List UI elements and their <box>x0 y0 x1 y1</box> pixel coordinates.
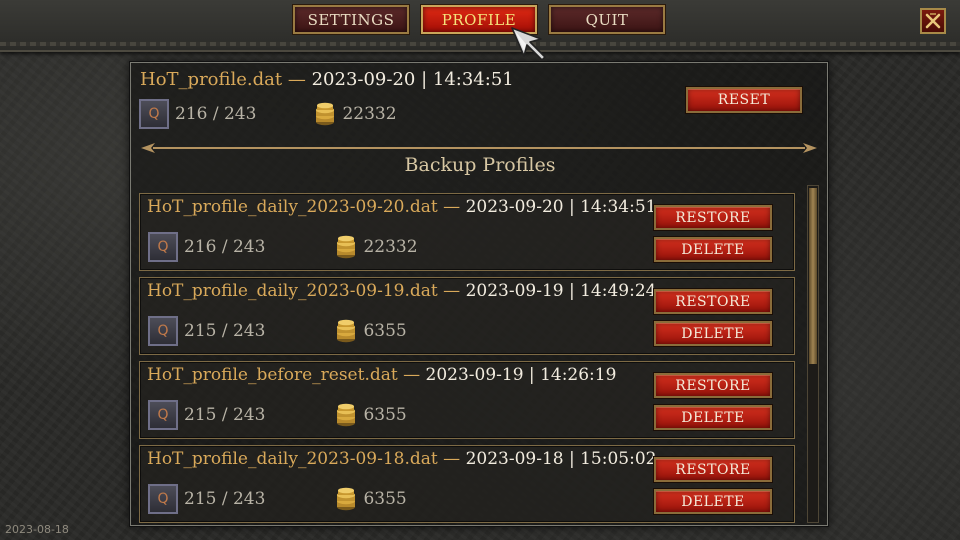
current-profile-timestamp: 2023-09-20 | 14:34:51 <box>311 69 514 90</box>
backup-stats: Q 215 / 243 6355 <box>148 484 407 514</box>
backup-filename: HoT_profile_before_reset.dat <box>147 365 398 385</box>
close-x-icon <box>925 13 941 29</box>
current-profile-title: HoT_profile.dat — 2023-09-20 | 14:34:51 <box>140 69 514 90</box>
gold-amount: 6355 <box>363 489 407 509</box>
backup-timestamp: 2023-09-20 | 14:34:51 <box>465 197 657 217</box>
backup-filename: HoT_profile_daily_2023-09-19.dat <box>147 281 438 301</box>
gold-coins-icon <box>337 487 356 511</box>
delete-button[interactable]: DELETE <box>653 236 773 263</box>
quest-icon: Q <box>139 99 169 129</box>
title-separator: — <box>437 281 466 301</box>
quit-button[interactable]: QUIT <box>548 4 666 35</box>
reset-button[interactable]: RESET <box>685 86 803 114</box>
gold-coins-icon <box>337 403 356 427</box>
backup-title: HoT_profile_daily_2023-09-18.dat — 2023-… <box>147 449 656 469</box>
delete-button[interactable]: DELETE <box>653 320 773 347</box>
backup-title: HoT_profile_daily_2023-09-19.dat — 2023-… <box>147 281 656 301</box>
title-separator: — <box>397 365 426 385</box>
ornate-divider <box>141 143 817 153</box>
quest-icon: Q <box>148 232 178 262</box>
gold-coins-icon <box>337 319 356 343</box>
backup-profiles-heading: Backup Profiles <box>404 154 556 176</box>
gold-coins-icon <box>316 102 335 126</box>
quest-icon: Q <box>148 400 178 430</box>
current-profile-filename: HoT_profile.dat <box>140 69 283 90</box>
backup-profiles-list[interactable]: HoT_profile_daily_2023-09-20.dat — 2023-… <box>139 185 795 523</box>
profile-panel: HoT_profile.dat — 2023-09-20 | 14:34:51 … <box>130 62 828 526</box>
gold-amount: 6355 <box>363 405 407 425</box>
backup-timestamp: 2023-09-19 | 14:26:19 <box>425 365 617 385</box>
restore-button[interactable]: RESTORE <box>653 288 773 315</box>
backup-stats: Q 216 / 243 22332 <box>148 232 418 262</box>
delete-button[interactable]: DELETE <box>653 404 773 431</box>
backup-stats: Q 215 / 243 6355 <box>148 316 407 346</box>
restore-button[interactable]: RESTORE <box>653 372 773 399</box>
current-profile-stats: Q 216 / 243 22332 <box>139 99 397 129</box>
backup-timestamp: 2023-09-19 | 14:49:24 <box>465 281 657 301</box>
scrollbar-thumb[interactable] <box>809 188 817 364</box>
gold-amount: 6355 <box>363 321 407 341</box>
backup-profile-item: HoT_profile_daily_2023-09-20.dat — 2023-… <box>139 193 795 271</box>
backup-title: HoT_profile_daily_2023-09-20.dat — 2023-… <box>147 197 656 217</box>
quest-icon: Q <box>148 316 178 346</box>
backup-timestamp: 2023-09-18 | 15:05:02 <box>465 449 657 469</box>
title-separator: — <box>282 69 312 90</box>
gold-amount: 22332 <box>363 237 418 257</box>
backup-list-scrollbar[interactable] <box>807 185 819 523</box>
gold-coins-icon <box>337 235 356 259</box>
quest-count: 215 / 243 <box>184 489 266 509</box>
backup-filename: HoT_profile_daily_2023-09-20.dat <box>147 197 438 217</box>
mouse-cursor-icon <box>511 27 546 61</box>
restore-button[interactable]: RESTORE <box>653 456 773 483</box>
backup-title: HoT_profile_before_reset.dat — 2023-09-1… <box>147 365 616 385</box>
top-bar: SETTINGS PROFILE QUIT <box>0 0 960 52</box>
backup-profile-item: HoT_profile_before_reset.dat — 2023-09-1… <box>139 361 795 439</box>
backup-profile-item: HoT_profile_daily_2023-09-18.dat — 2023-… <box>139 445 795 523</box>
delete-button[interactable]: DELETE <box>653 488 773 515</box>
version-label: 2023-08-18 <box>5 523 69 536</box>
backup-stats: Q 215 / 243 6355 <box>148 400 407 430</box>
close-button[interactable] <box>920 8 946 34</box>
gold-amount: 22332 <box>342 104 397 124</box>
backup-profile-item: HoT_profile_daily_2023-09-19.dat — 2023-… <box>139 277 795 355</box>
settings-tab-button[interactable]: SETTINGS <box>292 4 410 35</box>
quest-count: 215 / 243 <box>184 405 266 425</box>
quest-icon: Q <box>148 484 178 514</box>
backup-filename: HoT_profile_daily_2023-09-18.dat <box>147 449 438 469</box>
title-separator: — <box>437 197 466 217</box>
quest-count: 216 / 243 <box>184 237 266 257</box>
restore-button[interactable]: RESTORE <box>653 204 773 231</box>
quest-count: 216 / 243 <box>175 104 257 124</box>
quest-count: 215 / 243 <box>184 321 266 341</box>
title-separator: — <box>437 449 466 469</box>
